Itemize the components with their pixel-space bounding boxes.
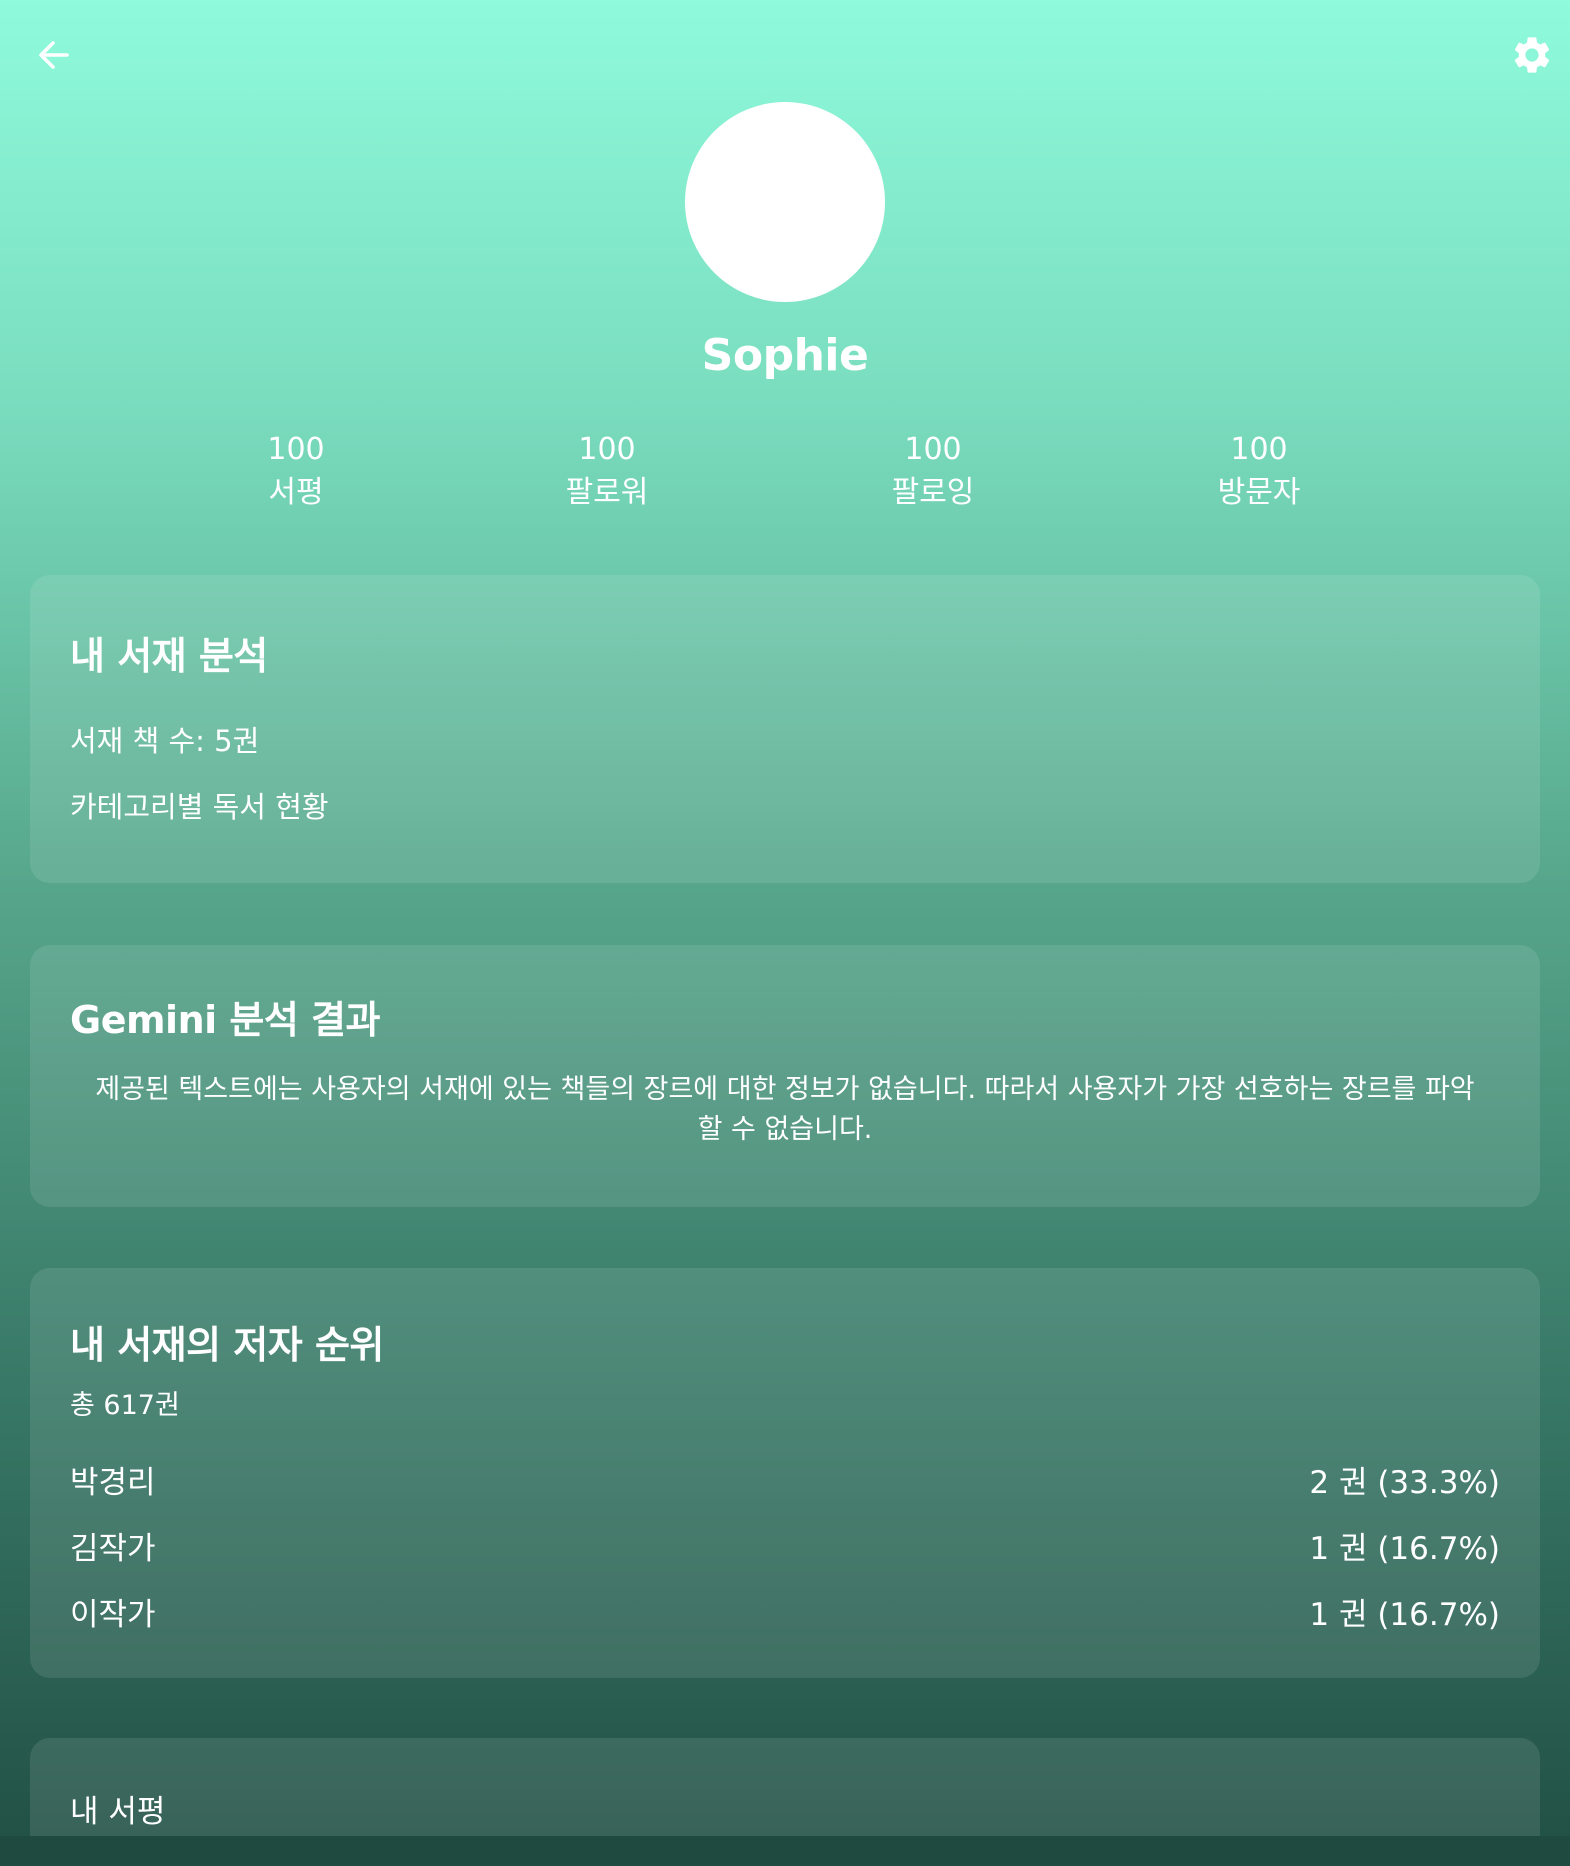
stat-label: 팔로잉 bbox=[891, 475, 975, 510]
author-row[interactable]: 이작가 1 권 (16.7%) bbox=[70, 1589, 1500, 1634]
author-name: 이작가 bbox=[70, 1597, 156, 1633]
library-analysis-title: 내 서재 분석 bbox=[70, 634, 268, 678]
bottom-system-bar bbox=[0, 1836, 1570, 1866]
stat-reviews[interactable]: 100 서평 bbox=[196, 430, 396, 516]
author-ranking-total: 총 617권 bbox=[70, 1390, 180, 1421]
settings-button[interactable] bbox=[1500, 23, 1564, 87]
gear-icon bbox=[1514, 37, 1550, 73]
back-button[interactable] bbox=[22, 23, 86, 87]
stat-following[interactable]: 100 팔로잉 bbox=[833, 430, 1033, 516]
profile-screen: Sophie 100 서평 100 팔로워 100 팔로잉 100 방문자 내 … bbox=[0, 0, 1570, 1866]
stat-value: 100 bbox=[578, 432, 636, 467]
author-name: 김작가 bbox=[70, 1531, 156, 1567]
gemini-analysis-title: Gemini 분석 결과 bbox=[70, 998, 380, 1042]
author-ranking-card: 내 서재의 저자 순위 총 617권 박경리 2 권 (33.3%) 김작가 1… bbox=[30, 1268, 1540, 1678]
gemini-analysis-card: Gemini 분석 결과 제공된 텍스트에는 사용자의 서재에 있는 책들의 장… bbox=[30, 945, 1540, 1207]
author-ranking-title: 내 서재의 저자 순위 bbox=[70, 1323, 384, 1367]
author-row[interactable]: 박경리 2 권 (33.3%) bbox=[70, 1457, 1500, 1502]
author-row[interactable]: 김작가 1 권 (16.7%) bbox=[70, 1523, 1500, 1568]
avatar[interactable] bbox=[685, 102, 885, 302]
category-status-link[interactable]: 카테고리별 독서 현황 bbox=[70, 784, 329, 826]
gemini-analysis-result: 제공된 텍스트에는 사용자의 서재에 있는 책들의 장르에 대한 정보가 없습니… bbox=[95, 1074, 1475, 1145]
author-book-count: 1 권 (16.7%) bbox=[1309, 1597, 1500, 1633]
author-name: 박경리 bbox=[70, 1465, 156, 1501]
stat-label: 팔로워 bbox=[565, 475, 649, 510]
stat-value: 100 bbox=[904, 432, 962, 467]
arrow-left-icon bbox=[39, 41, 69, 69]
author-book-count: 2 권 (33.3%) bbox=[1309, 1465, 1500, 1501]
author-book-count: 1 권 (16.7%) bbox=[1309, 1531, 1500, 1567]
stat-value: 100 bbox=[267, 432, 325, 467]
stat-visitors[interactable]: 100 방문자 bbox=[1159, 430, 1359, 516]
library-book-count: 서재 책 수: 5권 bbox=[70, 724, 260, 758]
library-analysis-card: 내 서재 분석 서재 책 수: 5권 카테고리별 독서 현황 bbox=[30, 575, 1540, 883]
stat-label: 방문자 bbox=[1217, 475, 1301, 510]
stat-value: 100 bbox=[1230, 432, 1288, 467]
my-reviews-title: 내 서평 bbox=[70, 1794, 166, 1830]
profile-name: Sophie bbox=[701, 330, 869, 381]
stat-followers[interactable]: 100 팔로워 bbox=[507, 430, 707, 516]
stat-label: 서평 bbox=[268, 475, 324, 510]
